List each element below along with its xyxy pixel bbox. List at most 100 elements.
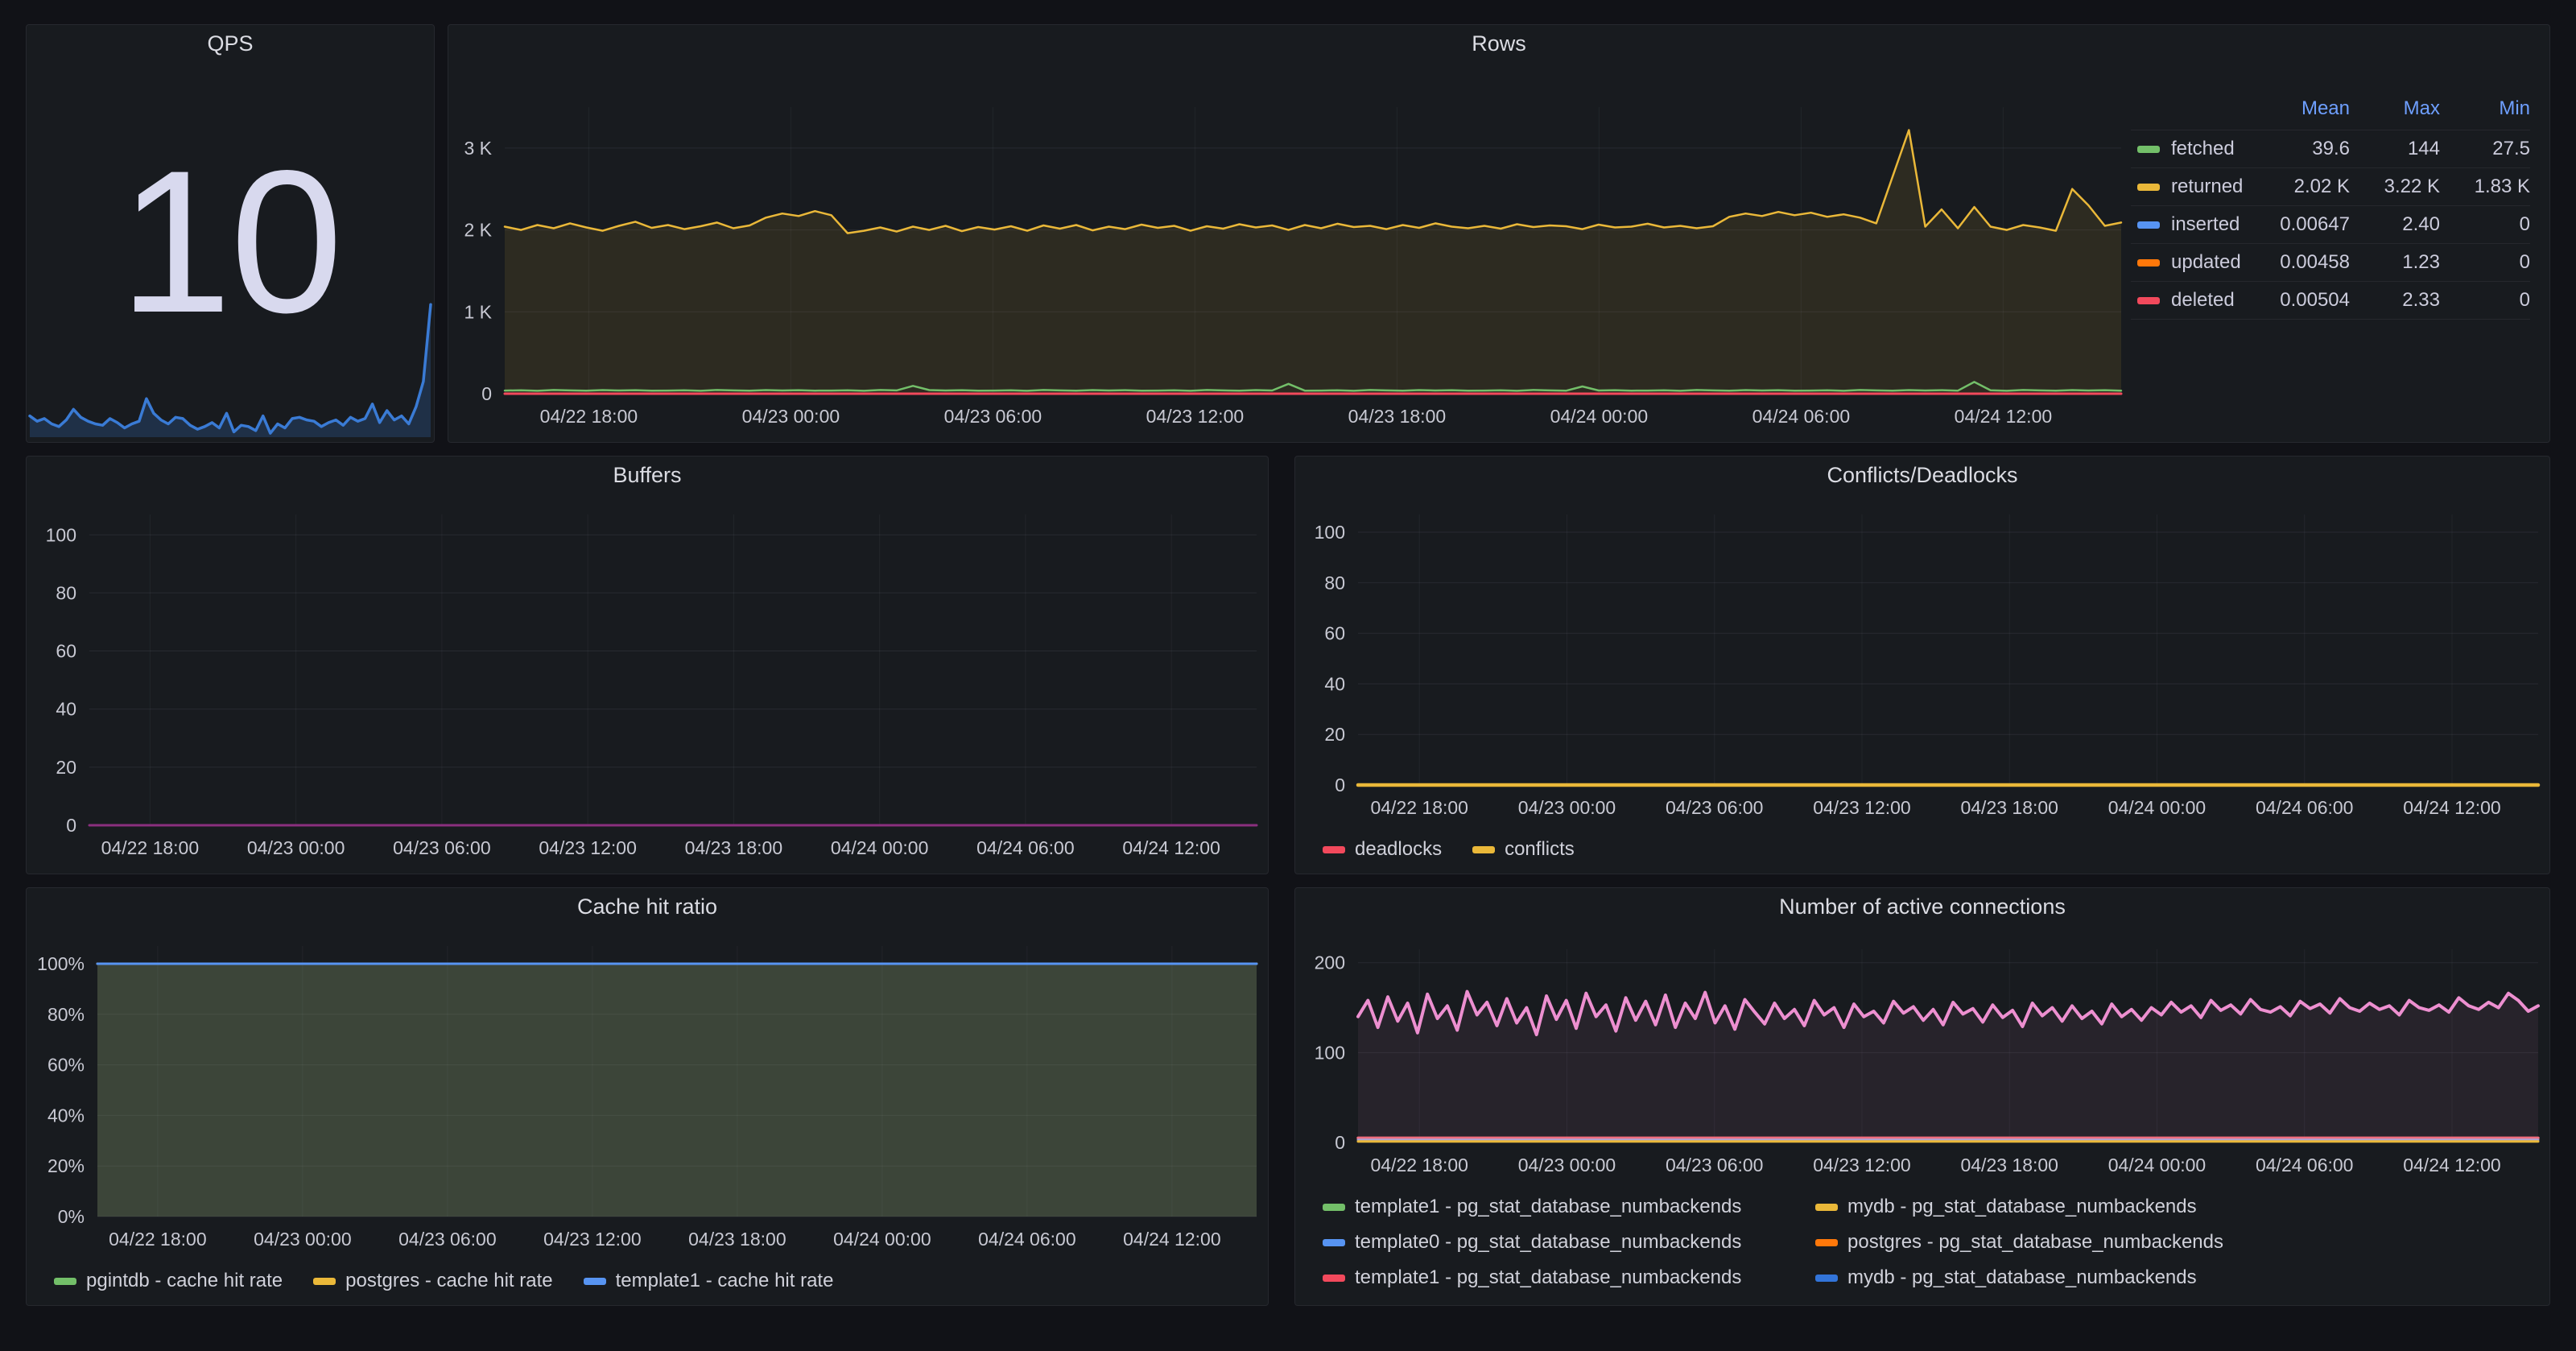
legend-item-template1-cache-hit-rate[interactable]: template1 - cache hit rate [584, 1270, 834, 1292]
panel-title-buffers[interactable]: Buffers [27, 457, 1268, 494]
x-axis-label: 04/24 12:00 [1122, 837, 1220, 858]
panel-title-connections[interactable]: Number of active connections [1295, 888, 2549, 925]
conflicts-legend: deadlocks conflicts [1295, 833, 2549, 874]
legend-row-returned: returned2.02 K3.22 K1.83 K [2131, 168, 2530, 206]
legend-item-postgres-pg-stat-database-numbackends[interactable]: postgres - pg_stat_database_numbackends [1815, 1231, 2540, 1254]
legend-label: mydb - pg_stat_database_numbackends [1847, 1266, 2197, 1289]
rows-body: 01 K2 K3 K04/22 18:0004/23 00:0004/23 06… [448, 62, 2549, 442]
y-axis-label: 100 [1315, 1042, 1345, 1063]
legend-item-mydb-pg-stat-database-numbackends[interactable]: mydb - pg_stat_database_numbackends [1815, 1266, 2540, 1289]
deleted-mean: 0.00504 [2260, 282, 2350, 320]
panel-title-rows[interactable]: Rows [448, 25, 2549, 62]
legend-item-conflicts[interactable]: conflicts [1472, 838, 1575, 861]
y-axis-label: 40% [47, 1105, 85, 1126]
legend-label: updated [2171, 251, 2241, 274]
legend-label: fetched [2171, 138, 2235, 160]
x-axis-label: 04/24 00:00 [1550, 406, 1649, 427]
y-axis-label: 60 [56, 641, 76, 662]
x-axis-label: 04/22 18:00 [540, 406, 638, 427]
legend-swatch [1323, 1239, 1345, 1246]
deleted-min: 0 [2440, 282, 2530, 320]
legend-label: template1 - pg_stat_database_numbackends [1355, 1196, 1741, 1218]
panel-rows: Rows 01 K2 K3 K04/22 18:0004/23 00:0004/… [448, 24, 2550, 443]
legend-item-deadlocks[interactable]: deadlocks [1323, 838, 1442, 861]
buffers-body: 02040608010004/22 18:0004/23 00:0004/23 … [27, 494, 1268, 874]
legend-label: template1 - pg_stat_database_numbackends [1355, 1266, 1741, 1289]
y-axis-label: 0 [1335, 1132, 1345, 1153]
legend-corner [2131, 93, 2260, 130]
legend-item-mydb-pg-stat-database-numbackends[interactable]: mydb - pg_stat_database_numbackends [1815, 1196, 2540, 1218]
x-axis-label: 04/24 12:00 [1955, 406, 2053, 427]
legend-swatch [2137, 184, 2160, 191]
panel-title-cache[interactable]: Cache hit ratio [27, 888, 1268, 925]
y-axis-label: 100 [46, 524, 76, 545]
legend-item-postgres-cache-hit-rate[interactable]: postgres - cache hit rate [313, 1270, 552, 1292]
x-axis-label: 04/24 06:00 [978, 1229, 1076, 1250]
legend-item-pgintdb-cache-hit-rate[interactable]: pgintdb - cache hit rate [54, 1270, 283, 1292]
x-axis-label: 04/22 18:00 [109, 1229, 207, 1250]
legend-item-template0-pg-stat-database-numbackends[interactable]: template0 - pg_stat_database_numbackends [1323, 1231, 1815, 1254]
panel-title-conflicts[interactable]: Conflicts/Deadlocks [1295, 457, 2549, 494]
updated-max: 1.23 [2350, 244, 2440, 282]
updated-min: 0 [2440, 244, 2530, 282]
legend-label: conflicts [1505, 838, 1575, 861]
legend-item-template1-pg-stat-database-numbackends[interactable]: template1 - pg_stat_database_numbackends [1323, 1196, 1815, 1218]
series-toggle-updated[interactable]: updated [2137, 251, 2260, 274]
legend-swatch [584, 1278, 606, 1285]
series-toggle-inserted[interactable]: inserted [2137, 213, 2260, 236]
y-axis-label: 1 K [464, 301, 492, 322]
cache-hit-chart: 0%20%40%60%80%100%04/22 18:0004/23 00:00… [27, 925, 1268, 1265]
legend-sort-max[interactable]: Max [2350, 93, 2440, 130]
panel-qps: QPS 10 [26, 24, 435, 443]
x-axis-label: 04/24 00:00 [833, 1229, 931, 1250]
x-axis-label: 04/23 18:00 [1960, 797, 2058, 818]
y-axis-label: 100% [37, 953, 85, 974]
y-axis-label: 20 [56, 757, 76, 778]
series-toggle-deleted[interactable]: deleted [2137, 289, 2260, 312]
x-axis-label: 04/23 06:00 [1666, 797, 1764, 818]
x-axis-label: 04/23 12:00 [1813, 1155, 1911, 1175]
legend-label: postgres - cache hit rate [345, 1270, 552, 1292]
qps-sparkline-chart [28, 287, 432, 440]
legend-label: postgres - pg_stat_database_numbackends [1847, 1231, 2223, 1254]
series-toggle-fetched[interactable]: fetched [2137, 138, 2260, 160]
legend-label: template1 - cache hit rate [616, 1270, 834, 1292]
updated-mean: 0.00458 [2260, 244, 2350, 282]
x-axis-label: 04/23 06:00 [944, 406, 1042, 427]
legend-sort-mean[interactable]: Mean [2260, 93, 2350, 130]
series-fill-qps-sparkline [30, 304, 431, 437]
x-axis-label: 04/23 06:00 [393, 837, 491, 858]
qps-body: 10 [27, 62, 434, 442]
x-axis-label: 04/23 12:00 [1146, 406, 1245, 427]
cache-body: 0%20%40%60%80%100%04/22 18:0004/23 00:00… [27, 925, 1268, 1305]
x-axis-label: 04/23 00:00 [254, 1229, 352, 1250]
x-axis-label: 04/23 06:00 [398, 1229, 497, 1250]
legend-swatch [1815, 1239, 1838, 1246]
legend-swatch [1323, 1275, 1345, 1282]
legend-label: template0 - pg_stat_database_numbackends [1355, 1231, 1741, 1254]
y-axis-label: 60% [47, 1055, 85, 1076]
series-fill-template1 - cache hit rate [97, 964, 1257, 1217]
legend-sort-min[interactable]: Min [2440, 93, 2530, 130]
legend-swatch [313, 1278, 336, 1285]
conflicts-chart: 02040608010004/22 18:0004/23 00:0004/23 … [1295, 494, 2549, 833]
legend-swatch [2137, 146, 2160, 153]
legend-item-template1-pg-stat-database-numbackends[interactable]: template1 - pg_stat_database_numbackends [1323, 1266, 1815, 1289]
cache-legend: pgintdb - cache hit rate postgres - cache… [27, 1265, 1268, 1305]
rows-legend-table: MeanMaxMinfetched39.614427.5returned2.02… [2131, 62, 2549, 442]
series-fill-returned [505, 130, 2121, 395]
series-returned [505, 130, 2121, 233]
y-axis-label: 0 [1335, 775, 1345, 795]
connections-chart: 010020004/22 18:0004/23 00:0004/23 06:00… [1295, 925, 2549, 1189]
series-toggle-returned[interactable]: returned [2137, 176, 2260, 198]
fetched-mean: 39.6 [2260, 130, 2350, 168]
legend-row-fetched: fetched39.614427.5 [2131, 130, 2530, 168]
x-axis-label: 04/23 00:00 [1518, 797, 1616, 818]
x-axis-label: 04/23 18:00 [1348, 406, 1447, 427]
conflicts-body: 02040608010004/22 18:0004/23 00:0004/23 … [1295, 494, 2549, 874]
x-axis-label: 04/23 00:00 [742, 406, 840, 427]
panel-title-qps[interactable]: QPS [27, 25, 434, 62]
y-axis-label: 3 K [464, 138, 492, 159]
legend-swatch [1815, 1204, 1838, 1211]
legend-swatch [2137, 221, 2160, 229]
